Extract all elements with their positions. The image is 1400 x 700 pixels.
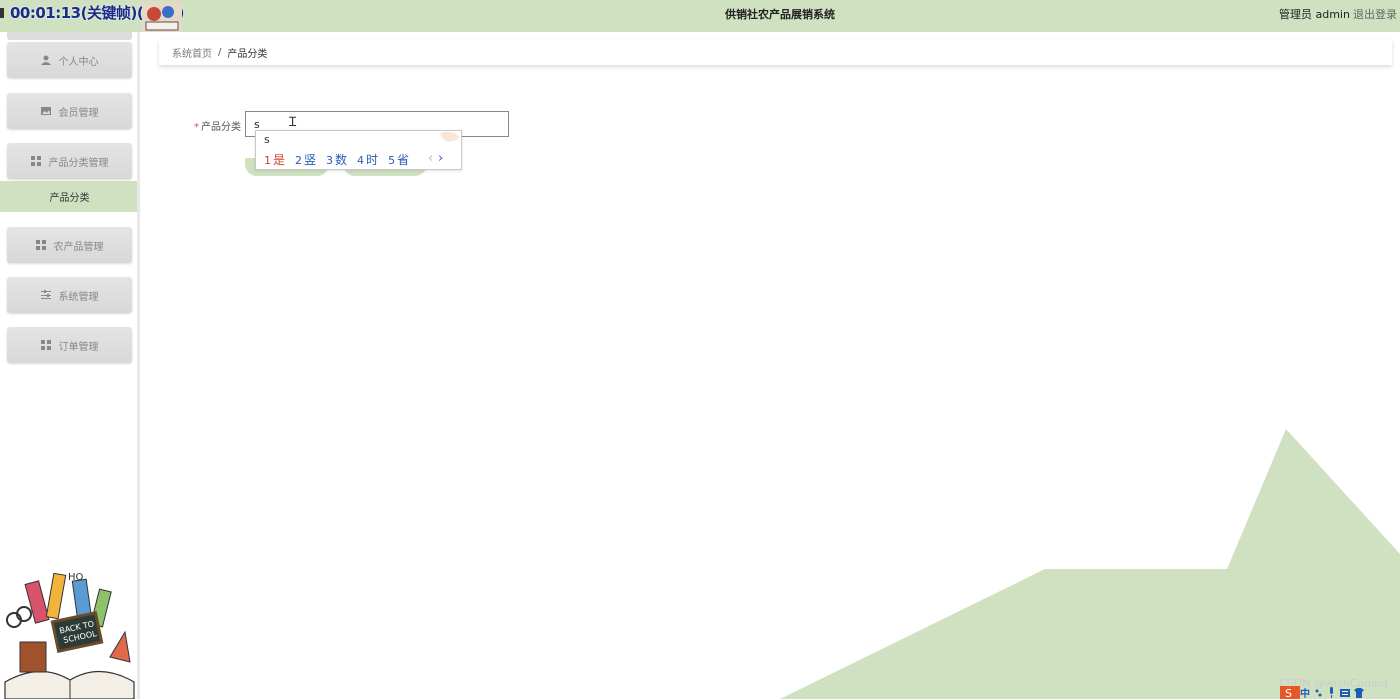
ime-candidate-window: s 1是 2竖 3数 4时 5省 ‹ › <box>255 130 462 170</box>
ime-candidate[interactable]: 3数 <box>326 151 347 168</box>
ime-mode-label[interactable]: 中 <box>1300 685 1310 700</box>
grid-icon <box>40 340 51 350</box>
ime-candidate[interactable]: 4时 <box>357 151 378 168</box>
logo-icon <box>142 2 182 32</box>
svg-text:S: S <box>1285 687 1292 699</box>
background-decoration <box>780 429 1400 699</box>
svg-text:HO: HO <box>68 572 84 583</box>
punctuation-icon[interactable] <box>1314 688 1323 697</box>
ime-composition: s <box>264 133 270 146</box>
menu-scroll-stub <box>7 32 132 40</box>
sidebar-item-label: 产品分类管理 <box>48 157 109 169</box>
grid-icon <box>30 156 41 166</box>
category-field-label: * 产品分类 <box>194 118 241 133</box>
ime-candidate[interactable]: 1是 <box>264 151 285 168</box>
ime-next-page-icon[interactable]: › <box>438 151 443 166</box>
logout-link[interactable]: 退出登录 <box>1353 6 1397 22</box>
category-field-label-text: 产品分类 <box>201 122 241 133</box>
ime-candidate[interactable]: 5省 <box>388 151 409 168</box>
ime-skin-decoration <box>440 131 460 142</box>
ime-candidate[interactable]: 2竖 <box>295 151 316 168</box>
ime-candidate-list: 1是 2竖 3数 4时 5省 <box>264 151 419 168</box>
sidebar-item-label: 会员管理 <box>58 107 99 119</box>
sidebar-item-profile[interactable]: 个人中心 <box>7 42 132 78</box>
breadcrumb-home[interactable]: 系统首页 <box>172 45 212 60</box>
sidebar-item-members[interactable]: 会员管理 <box>7 93 132 129</box>
text-cursor-icon: Ɪ <box>289 115 297 130</box>
top-bar: 00:01:13(关键帧)(19%) 供销社农产品展销系统 管理员 admin … <box>0 0 1400 32</box>
skin-icon[interactable] <box>1354 687 1364 698</box>
ime-prev-page-icon[interactable]: ‹ <box>428 151 433 166</box>
microphone-icon[interactable] <box>1327 687 1336 698</box>
sliders-icon <box>40 290 51 299</box>
user-icon <box>40 55 51 65</box>
sidebar-subitem-category[interactable]: 产品分类 <box>0 181 139 212</box>
back-to-school-illustration: BACK TO SCHOOL HO <box>4 572 135 699</box>
app-title: 供销社农产品展销系统 <box>725 8 835 21</box>
sidebar-item-label: 个人中心 <box>58 56 99 68</box>
sidebar-item-label: 农产品管理 <box>53 241 104 253</box>
sidebar-item-label: 订单管理 <box>58 341 99 353</box>
sogou-logo-icon: S <box>1280 686 1300 699</box>
sidebar-item-products[interactable]: 农产品管理 <box>7 227 132 263</box>
breadcrumb-separator: / <box>218 47 222 58</box>
sidebar-item-system[interactable]: 系统管理 <box>7 277 132 313</box>
user-role-label: 管理员 admin <box>1279 8 1350 21</box>
breadcrumb-current: 产品分类 <box>227 49 268 60</box>
sidebar-item-orders[interactable]: 订单管理 <box>7 327 132 363</box>
image-icon <box>40 107 51 115</box>
grid-icon <box>35 240 46 250</box>
ime-status-tray: S 中 <box>1280 685 1400 700</box>
keyboard-icon[interactable] <box>1340 688 1350 698</box>
required-mark: * <box>194 122 199 133</box>
breadcrumb: 系统首页 / 产品分类 <box>159 40 1392 65</box>
sidebar-item-label: 系统管理 <box>58 291 99 303</box>
sidebar-item-category-management[interactable]: 产品分类管理 <box>7 143 132 179</box>
recording-indicator <box>0 8 4 18</box>
